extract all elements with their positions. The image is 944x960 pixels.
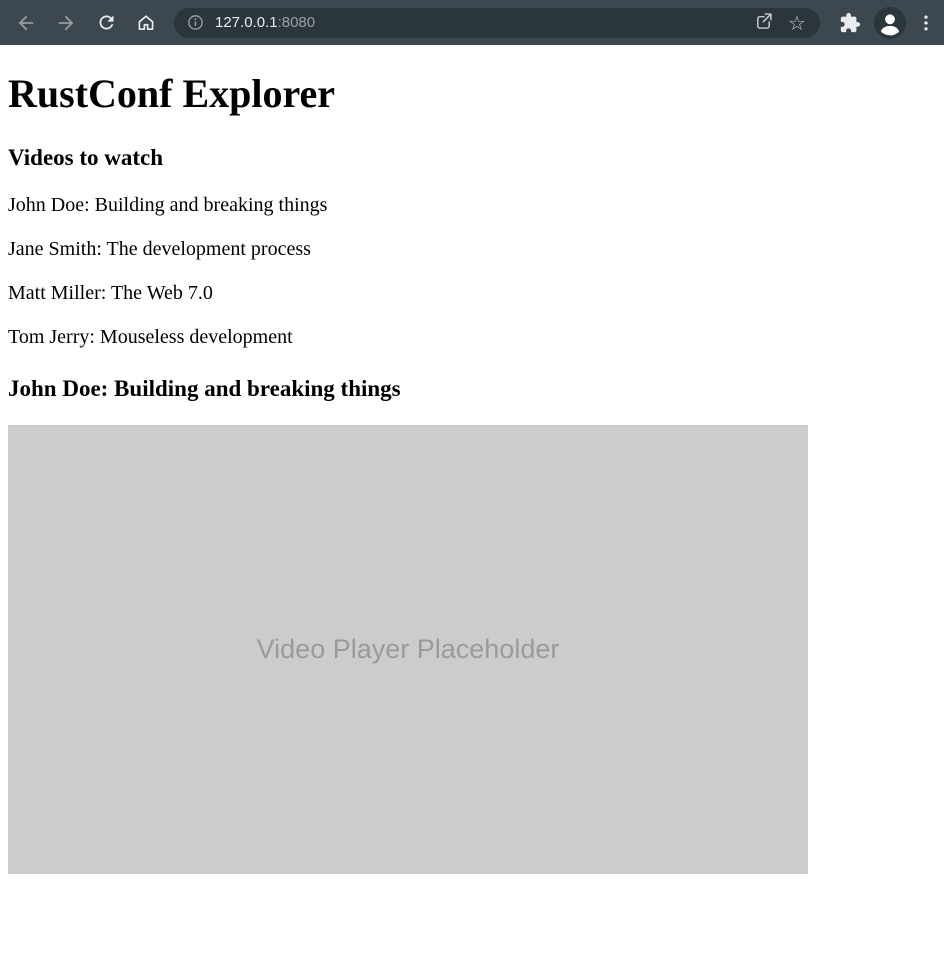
browser-menu-button[interactable] <box>910 3 942 43</box>
page-content: RustConf Explorer Videos to watch John D… <box>0 71 944 874</box>
bookmark-star-button[interactable]: ☆ <box>780 9 814 37</box>
profile-avatar-icon <box>874 7 906 39</box>
three-dot-menu-icon <box>915 12 937 34</box>
browser-toolbar: 127.0.0.1:8080 ☆ <box>0 0 944 45</box>
url-bar[interactable]: 127.0.0.1:8080 ☆ <box>174 8 820 38</box>
url-text: 127.0.0.1:8080 <box>215 14 746 31</box>
share-button[interactable] <box>746 9 780 37</box>
reload-icon <box>96 12 117 33</box>
selected-video-heading: John Doe: Building and breaking things <box>8 375 936 402</box>
player-placeholder-text: Video Player Placeholder <box>257 634 560 665</box>
reload-button[interactable] <box>86 3 126 43</box>
video-player-placeholder: Video Player Placeholder <box>8 425 808 874</box>
video-list-item[interactable]: John Doe: Building and breaking things <box>8 194 936 217</box>
video-list-item[interactable]: Jane Smith: The development process <box>8 238 936 261</box>
videos-section-heading: Videos to watch <box>8 144 936 171</box>
browser-window: 127.0.0.1:8080 ☆ <box>0 0 944 874</box>
bookmark-star-icon: ☆ <box>788 13 806 33</box>
site-info-icon[interactable] <box>186 13 205 32</box>
share-icon <box>753 11 774 35</box>
page-title: RustConf Explorer <box>8 71 936 117</box>
back-button[interactable] <box>6 3 46 43</box>
home-icon <box>135 12 157 34</box>
video-list-item[interactable]: Tom Jerry: Mouseless development <box>8 326 936 349</box>
back-arrow-icon <box>15 12 37 34</box>
forward-button[interactable] <box>46 3 86 43</box>
puzzle-piece-icon <box>839 12 861 34</box>
extensions-button[interactable] <box>830 3 870 43</box>
profile-avatar-button[interactable] <box>870 3 910 43</box>
url-host: 127.0.0.1 <box>215 14 278 31</box>
home-button[interactable] <box>126 3 166 43</box>
video-list-item[interactable]: Matt Miller: The Web 7.0 <box>8 282 936 305</box>
url-port: :8080 <box>278 14 316 31</box>
forward-arrow-icon <box>55 12 77 34</box>
